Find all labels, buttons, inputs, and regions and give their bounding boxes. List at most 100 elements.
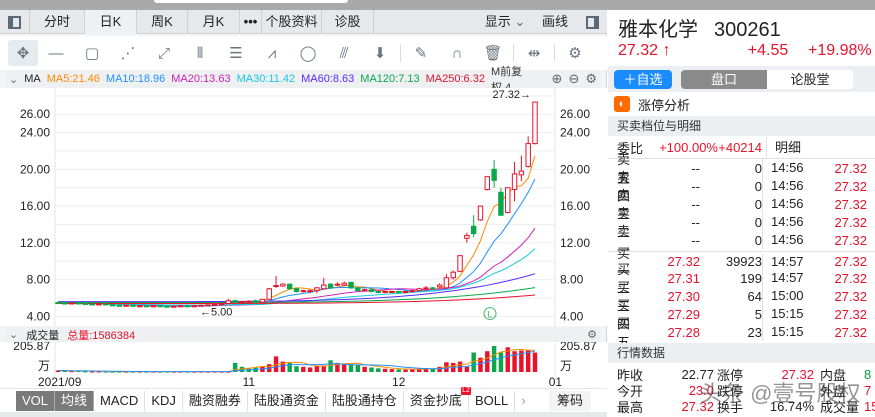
volume-bar <box>498 352 504 372</box>
add-indicator-icon[interactable]: ⊕ <box>552 71 563 87</box>
eraser-icon[interactable]: ✎ <box>403 40 439 66</box>
candlestick-chart[interactable]: 4.00 4.00 8.00 8.00 12.00 12.00 16.00 16.00 20.0… <box>0 88 607 326</box>
level-volume: 0 <box>754 178 762 194</box>
tab-stock-profile[interactable]: 个股资料 <box>262 10 322 34</box>
price-tick-left: 12.00 <box>20 236 50 250</box>
volume-bar <box>348 364 354 372</box>
toggle-left-panel-icon[interactable] <box>0 10 30 34</box>
candle <box>300 290 307 293</box>
limit-up-marker-letter: L <box>487 310 492 320</box>
level-volume: 0 <box>754 196 762 212</box>
tab-diagnosis[interactable]: 诊股 <box>322 10 374 34</box>
candle <box>62 302 68 305</box>
display-dropdown[interactable]: 显示 ⌄ <box>477 10 533 34</box>
display-label: 显示 <box>484 14 511 29</box>
level-price: 27.29 <box>667 306 700 322</box>
candle <box>395 291 402 294</box>
volume-bar <box>69 371 74 373</box>
draw-lines-button[interactable]: 画线 <box>533 10 577 34</box>
volume-unit-label: 万 <box>560 359 572 373</box>
candle <box>532 101 538 145</box>
tab-monthly-k[interactable]: 月K <box>188 10 240 34</box>
stock-title: 雅本化学 300261 <box>618 13 781 42</box>
candle <box>477 205 484 221</box>
chevron-down-icon[interactable]: ⌄ <box>9 73 18 86</box>
volume-bar <box>376 368 381 372</box>
ask-row: 卖三 -- 0 14:56 27.32 <box>608 188 875 222</box>
price-tick-left: 26.00 <box>20 107 50 121</box>
candle <box>280 283 286 287</box>
magnet-icon[interactable]: ∩ <box>439 40 475 66</box>
candle <box>409 290 416 293</box>
volume-settings-icon[interactable]: ⚙ <box>587 328 597 341</box>
chips-button[interactable]: 筹码 <box>549 391 591 411</box>
ask-row: 卖二 -- 0 14:56 27.32 <box>608 206 875 240</box>
tab-ma[interactable]: 均线 <box>55 390 95 411</box>
price-tick-right: 12.00 <box>560 236 590 250</box>
ma120-value: MA120:7.13 <box>360 73 420 85</box>
volume-bar <box>410 369 415 372</box>
volume-bar <box>341 364 347 372</box>
channel-tool-icon[interactable]: ⤢ <box>146 40 182 66</box>
ma-label[interactable]: MA <box>24 73 41 85</box>
volume-chart[interactable]: 205.87 万 205.87 万 2021/09 11 12 01 <box>0 342 607 388</box>
tab-margin[interactable]: 融资融券 <box>183 390 248 411</box>
crosshair-move-icon[interactable]: ✥ <box>8 40 38 66</box>
tab-intraday[interactable]: 分时 <box>30 10 85 34</box>
candle <box>389 291 395 294</box>
tab-hk-connect-holding[interactable]: 陆股通持仓 <box>326 390 404 411</box>
tab-hk-connect-flow[interactable]: 陆股通资金 <box>248 390 326 411</box>
tab-more[interactable]: ••• <box>240 10 262 34</box>
volume-bar <box>83 371 88 373</box>
quote-panel: 雅本化学 300261 27.32 ↑ +4.55 +19.98% ＋自选 盘口 … <box>608 10 875 417</box>
tab-vol[interactable]: VOL <box>16 390 56 411</box>
chevron-down-icon[interactable]: ⌄ <box>9 328 18 341</box>
indicator-settings-icon[interactable]: ⚙ <box>585 71 597 87</box>
toggle-right-panel-icon[interactable] <box>577 10 607 34</box>
gann-tool-icon[interactable]: ⫻ <box>326 40 362 66</box>
wave-tool-icon[interactable]: ⩘ <box>254 40 290 66</box>
candle <box>137 305 143 308</box>
tab-boll[interactable]: BOLL <box>469 390 516 411</box>
level-price: -- <box>691 160 700 176</box>
level-volume: 0 <box>754 214 762 230</box>
fan-tool-icon[interactable]: ⋰ <box>110 40 146 66</box>
settings-gear-icon[interactable]: ⚙ <box>557 40 593 66</box>
candle <box>96 303 102 306</box>
candle <box>246 300 252 303</box>
watermark: 头条 @壹号股权 <box>700 381 861 406</box>
scroll-right-icon[interactable]: › <box>515 391 531 411</box>
candle <box>498 191 504 216</box>
tab-orderbook[interactable]: 盘口 <box>681 70 767 89</box>
level-price: -- <box>691 178 700 194</box>
rectangle-tool-icon[interactable]: ▢ <box>74 40 110 66</box>
candle <box>382 291 388 294</box>
remove-indicator-icon[interactable]: ⊖ <box>568 71 579 87</box>
period-lines-icon[interactable]: ⦀ <box>182 40 218 66</box>
volume-bar <box>362 366 367 372</box>
candle <box>375 291 381 294</box>
level-price: -- <box>691 232 700 248</box>
line-tool-icon[interactable]: — <box>38 40 74 66</box>
stock-name: 雅本化学 <box>618 19 698 41</box>
limit-up-analysis[interactable]: ◐ 涨停分析 <box>608 92 875 116</box>
field-label: 最高 <box>617 399 644 415</box>
ma-legend: ⌄ MA MA5:21.46 MA10:18.96 MA20:13.63 MA3… <box>6 66 601 94</box>
date-axis-label: 11 <box>243 375 256 388</box>
stock-code: 300261 <box>714 19 781 41</box>
price-tick-right: 16.00 <box>560 199 590 213</box>
candle <box>109 304 116 307</box>
tab-kdj[interactable]: KDJ <box>145 390 183 411</box>
tab-daily-k[interactable]: 日K <box>85 10 137 34</box>
tab-macd[interactable]: MACD <box>94 390 146 411</box>
level-volume: 23 <box>747 324 762 340</box>
candle <box>443 277 450 289</box>
tab-forum[interactable]: 论股堂 <box>767 70 853 89</box>
tab-fund-bottom[interactable]: 资金抄底 L2 <box>404 386 471 411</box>
fibonacci-icon[interactable]: ☰ <box>218 40 254 66</box>
tab-weekly-k[interactable]: 周K <box>137 10 188 34</box>
price-row: 27.32 ↑ +4.55 +19.98% <box>618 42 875 60</box>
arrow-down-marker-icon[interactable]: ⬇ <box>362 40 398 66</box>
add-watchlist-button[interactable]: ＋自选 <box>614 70 672 89</box>
cycle-tool-icon[interactable]: ◯ <box>290 40 326 66</box>
